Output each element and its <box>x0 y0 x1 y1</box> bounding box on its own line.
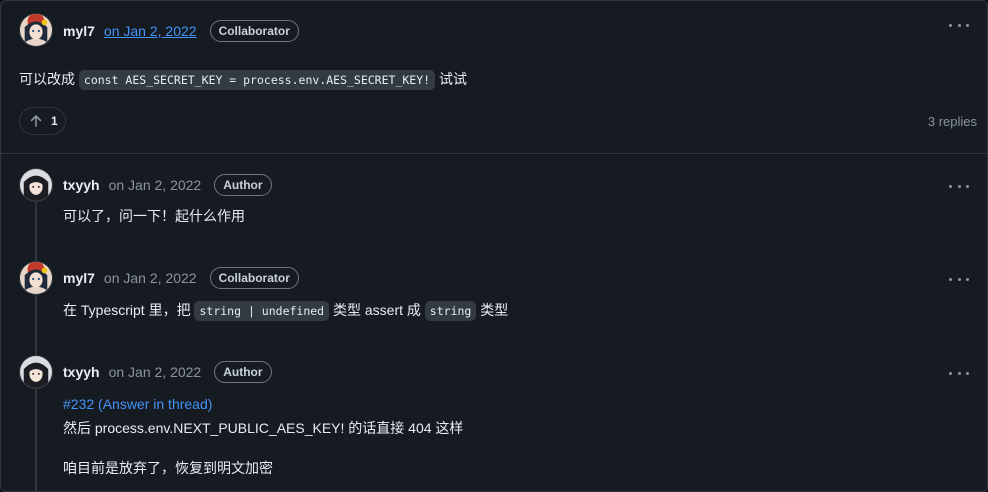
reply-text: 类型 assert 成 <box>333 302 421 318</box>
more-options-button[interactable] <box>947 178 971 194</box>
dot-icon <box>966 184 969 188</box>
dot-icon <box>966 23 969 27</box>
reply-text: 在 Typescript 里，把 <box>63 302 191 318</box>
upvote-button[interactable]: 1 <box>19 107 66 135</box>
reply-body-line: 咱目前是放弃了，恢复到明文加密 <box>63 460 273 476</box>
dot-icon <box>949 23 952 27</box>
avatar-txyyh[interactable] <box>19 168 53 202</box>
avatar-image <box>20 169 52 201</box>
reply-date[interactable]: on Jan 2, 2022 <box>104 270 197 286</box>
author-name[interactable]: myl7 <box>63 270 95 286</box>
dot-icon <box>957 184 961 188</box>
thread-line <box>35 197 37 491</box>
dot-icon <box>949 184 952 188</box>
role-badge: Author <box>214 174 272 196</box>
dot-icon <box>957 371 961 375</box>
arrow-up-icon <box>30 115 42 127</box>
comment-body: 可以改成 const AES_SECRET_KEY = process.env.… <box>19 69 467 90</box>
main-comment: myl7 on Jan 2, 2022 Collaborator 可以改成 co… <box>1 1 987 154</box>
author-name[interactable]: txyyh <box>63 364 100 380</box>
avatar-myl7[interactable] <box>19 13 53 47</box>
reply-header: txyyh on Jan 2, 2022 Author <box>63 173 272 197</box>
dot-icon <box>957 23 961 27</box>
upvote-count: 1 <box>51 114 58 128</box>
inline-code: string | undefined <box>194 301 330 321</box>
reply-header: txyyh on Jan 2, 2022 Author <box>63 360 272 384</box>
inline-code: string <box>424 301 477 321</box>
discussion-thread: myl7 on Jan 2, 2022 Collaborator 可以改成 co… <box>0 0 988 492</box>
reply-date[interactable]: on Jan 2, 2022 <box>109 177 202 193</box>
reply-body-line: 然后 process.env.NEXT_PUBLIC_AES_KEY! 的话直接… <box>63 420 464 436</box>
dot-icon <box>949 371 952 375</box>
reply-header: myl7 on Jan 2, 2022 Collaborator <box>63 266 299 290</box>
role-badge: Author <box>214 361 272 383</box>
reply-date[interactable]: on Jan 2, 2022 <box>109 364 202 380</box>
avatar-image <box>20 262 52 294</box>
role-badge: Collaborator <box>209 267 299 289</box>
reply-text: 类型 <box>480 302 509 318</box>
more-options-button[interactable] <box>947 365 971 381</box>
more-options-button[interactable] <box>947 271 971 287</box>
avatar-myl7[interactable] <box>19 261 53 295</box>
role-badge: Collaborator <box>209 20 299 42</box>
author-name[interactable]: myl7 <box>63 23 95 39</box>
avatar-txyyh[interactable] <box>19 355 53 389</box>
reply-body: 可以了，问一下！起什么作用 <box>63 208 245 224</box>
answer-in-thread-link[interactable]: #232 (Answer in thread) <box>63 394 212 414</box>
comment-text: 试试 <box>438 71 467 87</box>
avatar-image <box>20 14 52 46</box>
dot-icon <box>966 277 969 281</box>
more-options-button[interactable] <box>947 17 971 33</box>
author-name[interactable]: txyyh <box>63 177 100 193</box>
dot-icon <box>949 277 952 281</box>
comment-text: 可以改成 <box>19 71 75 87</box>
avatar-image <box>20 356 52 388</box>
replies-count: 3 replies <box>927 114 977 129</box>
dot-icon <box>957 277 961 281</box>
inline-code: const AES_SECRET_KEY = process.env.AES_S… <box>78 70 436 90</box>
comment-date-link[interactable]: on Jan 2, 2022 <box>104 23 197 39</box>
dot-icon <box>966 371 969 375</box>
comment-header: myl7 on Jan 2, 2022 Collaborator <box>63 19 299 43</box>
reply-body: 在 Typescript 里，把 string | undefined 类型 a… <box>63 300 508 321</box>
